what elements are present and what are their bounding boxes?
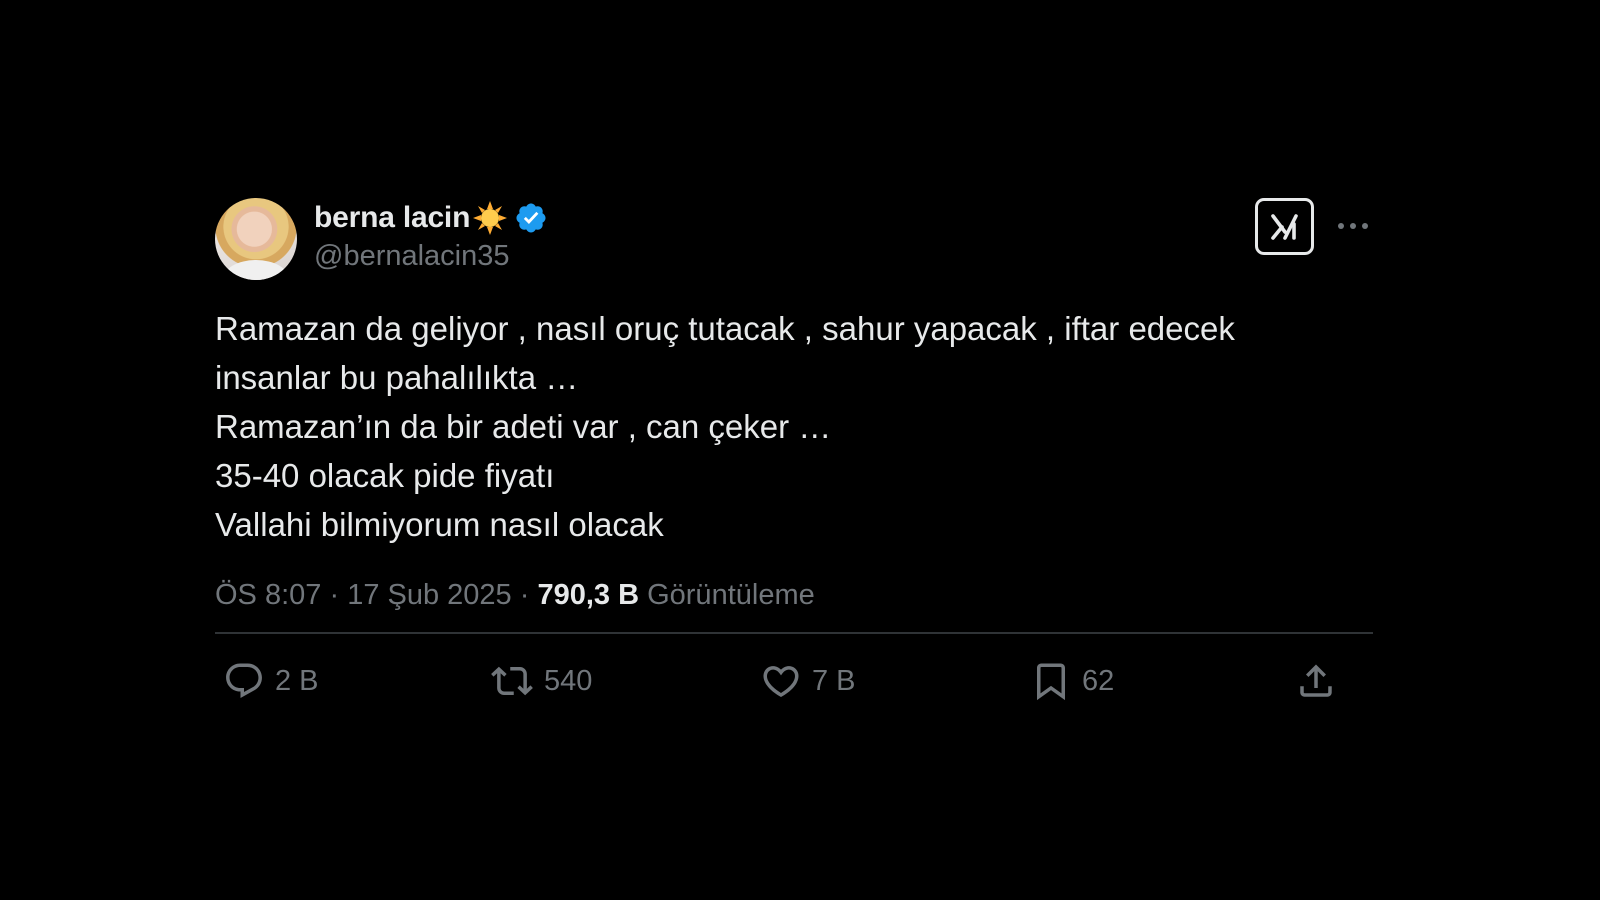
views-count: 790,3 B bbox=[537, 579, 640, 611]
tweet-line: Vallahi bilmiyorum nasıl olacak bbox=[215, 506, 664, 543]
sun-emoji-icon bbox=[472, 200, 508, 236]
tweet-meta: ÖS 8:07 · 17 Şub 2025 · 790,3 B Görüntül… bbox=[215, 579, 1373, 612]
avatar[interactable] bbox=[215, 198, 297, 280]
tweet-header: berna lacin @bernalacin35 bbox=[215, 198, 1373, 280]
tweet-line: Ramazan da geliyor , nasıl oruç tutacak … bbox=[215, 310, 1235, 347]
tweet-line: insanlar bu pahalılıkta … bbox=[215, 359, 579, 396]
tweet-card: berna lacin @bernalacin35 Ramazan da gel… bbox=[215, 198, 1373, 734]
grok-icon bbox=[1270, 213, 1298, 240]
avatar-shoulder bbox=[223, 260, 289, 280]
reply-count: 2 B bbox=[275, 664, 319, 697]
more-icon bbox=[1338, 223, 1368, 229]
reply-button[interactable]: 2 B bbox=[223, 660, 319, 702]
display-name[interactable]: berna lacin bbox=[314, 201, 470, 235]
tweet-date[interactable]: 17 Şub 2025 bbox=[347, 579, 511, 611]
repost-button[interactable]: 540 bbox=[490, 660, 592, 702]
reply-icon bbox=[226, 663, 262, 698]
name-row: berna lacin bbox=[314, 198, 548, 238]
tweet-text: Ramazan da geliyor , nasıl oruç tutacak … bbox=[215, 304, 1373, 549]
like-count: 7 B bbox=[812, 664, 856, 697]
repost-count: 540 bbox=[544, 664, 593, 697]
bookmark-count: 62 bbox=[1082, 664, 1115, 697]
share-icon bbox=[1300, 664, 1332, 697]
heart-icon bbox=[763, 666, 799, 698]
action-bar: 2 B 540 7 B 62 bbox=[215, 634, 1373, 734]
meta-separator: · bbox=[511, 579, 538, 611]
views-label: Görüntüleme bbox=[647, 579, 815, 611]
verified-badge-icon[interactable] bbox=[514, 201, 548, 235]
share-button[interactable] bbox=[1295, 660, 1337, 702]
bookmark-icon bbox=[1037, 663, 1065, 701]
like-button[interactable]: 7 B bbox=[760, 660, 856, 702]
grok-button[interactable] bbox=[1255, 198, 1314, 255]
meta-separator: · bbox=[321, 579, 348, 611]
bookmark-button[interactable]: 62 bbox=[1030, 660, 1114, 702]
user-handle[interactable]: @bernalacin35 bbox=[314, 240, 548, 273]
repost-icon bbox=[491, 666, 533, 696]
tweet-time[interactable]: ÖS 8:07 bbox=[215, 579, 321, 611]
more-options-button[interactable] bbox=[1335, 208, 1371, 244]
tweet-line: 35-40 olacak pide fiyatı bbox=[215, 457, 555, 494]
author-info: berna lacin @bernalacin35 bbox=[314, 198, 548, 273]
tweet-line: Ramazan’ın da bir adeti var , can çeker … bbox=[215, 408, 832, 445]
